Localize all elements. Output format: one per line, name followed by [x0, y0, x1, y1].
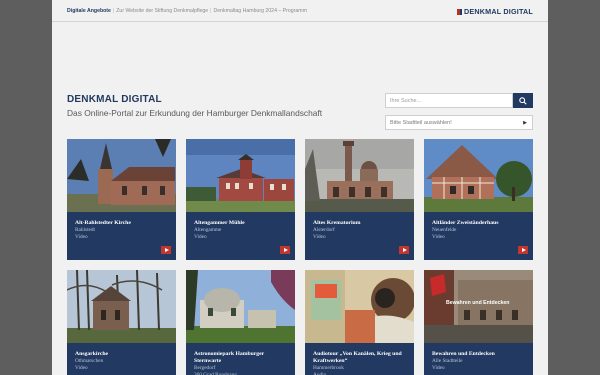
card-type: Video: [75, 365, 88, 371]
card-district: Hammerbrook: [313, 365, 344, 371]
play-icon[interactable]: [399, 246, 409, 254]
card-district: Neuenfelde: [432, 227, 457, 233]
card-type: Video: [75, 234, 88, 240]
card-image: [186, 270, 295, 343]
card-type: Video: [313, 234, 326, 240]
card-district: Alsterdorf: [313, 227, 335, 233]
card-astronomiepark-sternwarte[interactable]: Astronomiepark Hamburger Sternwarte Berg…: [186, 270, 295, 375]
district-select-label: Bitte Stadtteil auswählen!: [390, 120, 452, 126]
card-title: Ansgarkirche: [75, 351, 109, 357]
card-bewahren-und-entdecken[interactable]: Bewahren und Entdecken Bewahren und Entd…: [424, 270, 533, 375]
logo-text: DENKMAL DIGITAL: [463, 7, 533, 16]
card-district: Altengamme: [194, 227, 222, 233]
card-image: [67, 270, 176, 343]
card-title: Alt-Rahlstedter Kirche: [75, 220, 131, 226]
card-audiotour-kanaele[interactable]: Audiotour „Von Kanälen, Krieg und Kraftw…: [305, 270, 414, 375]
topnav-link-stiftung-website[interactable]: Zur Website der Stiftung Denkmalpflege: [116, 8, 208, 14]
card-title: Altengammer Mühle: [194, 220, 245, 226]
play-icon[interactable]: [518, 246, 528, 254]
card-title: Altes Krematorium: [313, 220, 361, 226]
card-altes-krematorium[interactable]: Altes Krematorium Alsterdorf Video: [305, 139, 414, 260]
card-type: Video: [432, 365, 445, 371]
card-title: Astronomiepark Hamburger Sternwarte: [194, 351, 265, 364]
search-icon: [519, 96, 527, 105]
top-nav: Digitale Angebote | Zur Website der Stiftu…: [67, 8, 307, 14]
card-altlaender-zweistaenderhaus[interactable]: Altländer Zweiständerhaus Neuenfelde Vid…: [424, 139, 533, 260]
page-subtitle: Das Online-Portal zur Erkundung der Hamb…: [67, 108, 323, 118]
top-bar: Digitale Angebote | Zur Website der Stiftu…: [52, 0, 548, 22]
topnav-link-digitale-angebote[interactable]: Digitale Angebote: [67, 8, 111, 14]
card-district: Alle Stadtteile: [432, 358, 463, 364]
search-button[interactable]: [513, 93, 533, 108]
card-image: [424, 139, 533, 212]
card-type: Video: [194, 234, 207, 240]
site-logo[interactable]: DENKMAL DIGITAL: [456, 7, 533, 16]
card-altengammer-muehle[interactable]: Altengammer Mühle Altengamme Video: [186, 139, 295, 260]
card-district: Othmarschen: [75, 358, 104, 364]
district-select[interactable]: Bitte Stadtteil auswählen! ▶: [385, 115, 533, 130]
card-image: Bewahren und Entdecken: [424, 270, 533, 343]
card-alt-rahlstedter-kirche[interactable]: Alt-Rahlstedter Kirche Rahlstedt Video: [67, 139, 176, 260]
page-title: DENKMAL DIGITAL: [67, 94, 162, 105]
topnav-separator: |: [210, 8, 212, 14]
card-image: [305, 139, 414, 212]
card-district: Bergedorf: [194, 365, 216, 371]
card-type: Video: [432, 234, 445, 240]
card-title: Altländer Zweiständerhaus: [432, 220, 499, 226]
card-image: [186, 139, 295, 212]
play-icon[interactable]: [161, 246, 171, 254]
card-title: Audiotour „Von Kanälen, Krieg und Kraftw…: [313, 351, 402, 364]
topnav-link-denkmaltag-programm[interactable]: Denkmaltag Hamburg 2024 – Programm: [214, 8, 307, 14]
card-image-overlay-text: Bewahren und Entdecken: [446, 300, 510, 306]
card-title: Bewahren und Entdecken: [432, 351, 495, 357]
card-ansgarkirche[interactable]: Ansgarkirche Othmarschen Video: [67, 270, 176, 375]
search-input[interactable]: Ihre Suche...: [385, 93, 513, 108]
page: Digitale Angebote | Zur Website der Stiftu…: [52, 0, 548, 375]
topnav-separator: |: [112, 8, 115, 14]
logo-mark-icon: [456, 8, 462, 15]
card-district: Rahlstedt: [75, 227, 96, 233]
chevron-right-icon: ▶: [523, 120, 527, 126]
play-icon[interactable]: [280, 246, 290, 254]
card-image: [67, 139, 176, 212]
card-image: [305, 270, 414, 343]
